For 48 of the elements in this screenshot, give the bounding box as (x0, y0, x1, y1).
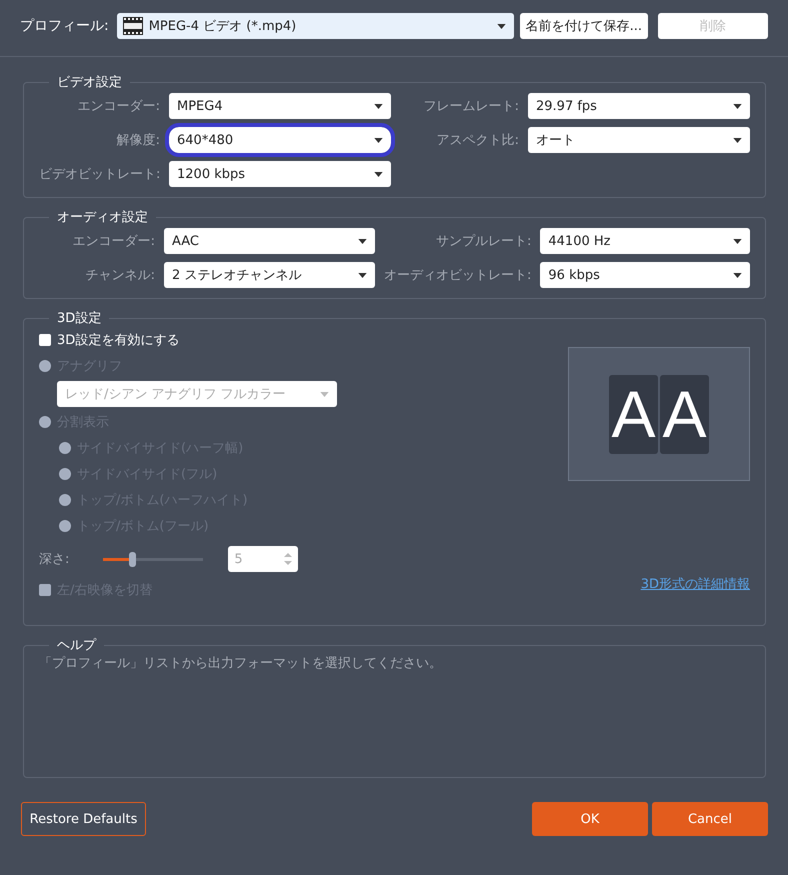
field-label: 解像度: (116, 132, 160, 149)
setting-dropdown[interactable]: MPEG4 (169, 93, 391, 119)
caret-icon (358, 238, 367, 244)
field-label: エンコーダー: (76, 98, 160, 115)
checkbox[interactable] (39, 334, 51, 346)
profile-dropdown[interactable]: MPEG-4 ビデオ (*.mp4) (116, 13, 514, 39)
group-title: 3D設定 (56, 310, 102, 327)
setting-dropdown[interactable]: AAC (164, 228, 375, 254)
preview-letter: A (660, 374, 709, 454)
caret-icon (374, 172, 383, 176)
help-text: 「プロフィール」リストから出力フォーマットを選択してください。 (39, 655, 443, 672)
spinner-arrows-icon (284, 552, 292, 566)
setting-dropdown[interactable]: 96 kbps (540, 262, 750, 288)
profile-label: プロフィール: (20, 17, 109, 35)
preview-letter: A (609, 374, 658, 454)
field-label: ビデオビットレート: (39, 166, 160, 183)
film-icon (122, 17, 143, 35)
setting-dropdown[interactable]: 44100 Hz (540, 228, 750, 254)
setting-dropdown[interactable]: オート (528, 127, 750, 153)
dialog-button[interactable]: Cancel (652, 802, 768, 836)
caret-icon (733, 104, 742, 108)
field-label: サンプルレート: (435, 233, 532, 250)
caret-icon (358, 272, 367, 278)
field-label: チャンネル: (84, 267, 155, 284)
setting-dropdown[interactable]: 1200 kbps (169, 161, 391, 187)
field-label: エンコーダー: (72, 233, 155, 250)
caret-icon (733, 138, 742, 142)
dialog-button[interactable]: OK (532, 802, 648, 836)
field-label: アスペクト比: (436, 132, 519, 149)
setting-dropdown[interactable]: 640*480 (169, 127, 391, 153)
caret-icon (374, 104, 383, 108)
depth-label: 深さ: (39, 551, 70, 568)
group-title: ビデオ設定 (56, 74, 123, 91)
dialog-button[interactable]: Restore Defaults (21, 802, 146, 836)
checkbox-label: 3D設定を有効にする (57, 332, 180, 349)
setting-dropdown[interactable]: 29.97 fps (528, 93, 750, 119)
setting-dropdown[interactable]: 2 ステレオチャンネル (164, 262, 375, 288)
depth-slider[interactable] (103, 552, 204, 566)
caret-icon (496, 24, 506, 28)
field-label: フレームレート: (422, 98, 519, 115)
profile-button[interactable]: 名前を付けて保存... (520, 13, 648, 39)
caret-icon (374, 138, 383, 142)
caret-icon (320, 392, 329, 396)
field-label: オーディオビットレート: (384, 267, 532, 284)
caret-icon (733, 272, 742, 278)
group-title: ヘルプ (56, 637, 98, 654)
caret-icon (733, 238, 742, 244)
group-title: オーディオ設定 (56, 209, 149, 226)
